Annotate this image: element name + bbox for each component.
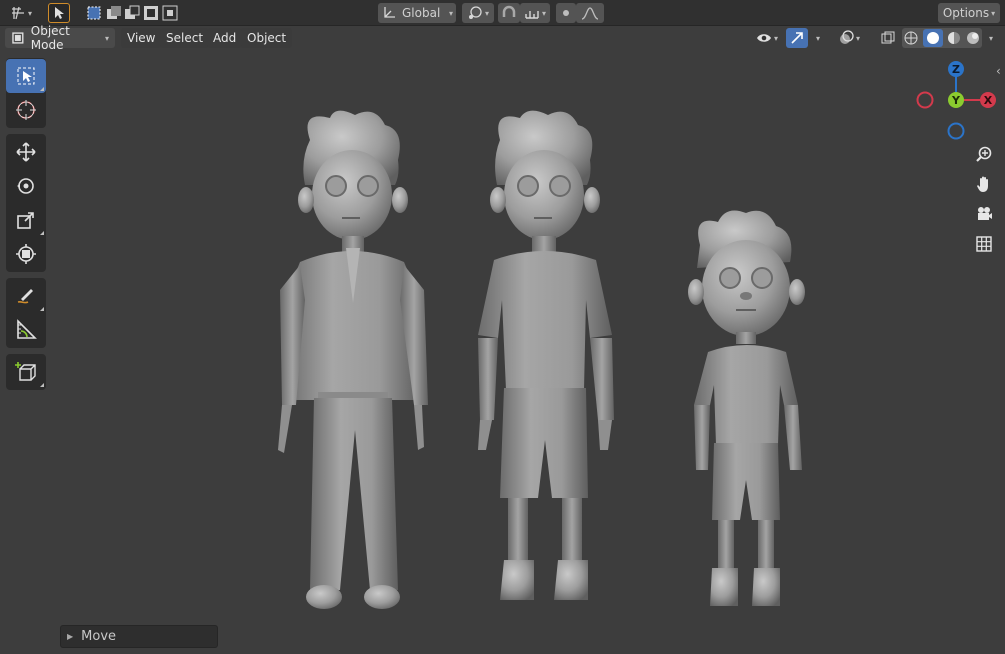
viewport-header: ▾ Global ▾ ▾ ▾ Options ▾	[0, 0, 1005, 26]
snap-toggle[interactable]	[498, 3, 520, 23]
select-intersect-icon	[162, 5, 178, 21]
visibility-dropdown[interactable]: ▾	[752, 28, 782, 48]
annotate-tool[interactable]	[6, 279, 46, 313]
viewport-subheader: Object Mode ▾ View Select Add Object ▾ ▾…	[0, 24, 1005, 52]
mode-dropdown[interactable]: Object Mode ▾	[5, 24, 115, 52]
menu-view[interactable]: View	[121, 28, 162, 48]
menu-add[interactable]: Add	[207, 28, 243, 48]
last-operator-label: Move	[81, 629, 117, 644]
gizmo-dropdown[interactable]: ▾	[808, 28, 826, 48]
tool-group-select	[6, 58, 46, 128]
gizmo-neg-z[interactable]	[947, 122, 965, 140]
menu-select[interactable]: Select	[160, 28, 210, 48]
options-dropdown[interactable]: Options ▾	[938, 3, 1000, 23]
expand-triangle-icon: ▶	[67, 632, 74, 641]
transform-orientation-dropdown[interactable]: Global ▾	[378, 3, 456, 23]
overlays-icon	[839, 30, 854, 44]
measure-tool[interactable]	[6, 313, 46, 347]
tool-group-annotate	[6, 278, 46, 348]
scale-icon	[17, 212, 34, 229]
move-tool[interactable]	[6, 135, 46, 169]
navigation-gizmo[interactable]: Z X Y	[910, 58, 1002, 144]
select-mode-invert[interactable]	[141, 3, 161, 23]
shading-dropdown[interactable]: ▾	[982, 28, 998, 48]
grid-icon	[976, 236, 992, 252]
ortho-toggle-button[interactable]	[971, 231, 997, 257]
xray-icon	[881, 31, 895, 44]
orientation-axes-icon	[384, 7, 395, 18]
cursor-icon	[16, 100, 36, 120]
gizmo-z-label: Z	[952, 63, 960, 76]
gizmo-neg-x[interactable]	[916, 91, 934, 109]
rotate-icon	[17, 178, 34, 194]
wireframe-shading-icon[interactable]	[904, 31, 918, 45]
pivot-point-dropdown[interactable]: ▾	[462, 3, 494, 23]
annotate-icon	[17, 289, 33, 304]
character-child[interactable]	[688, 210, 805, 606]
select-mode-subtract[interactable]	[122, 3, 142, 23]
transform-orientation-value: Global	[402, 6, 441, 20]
add-cube-icon	[15, 362, 36, 381]
view3d-icon	[11, 6, 24, 20]
cursor-tool[interactable]	[6, 93, 46, 127]
rotate-tool[interactable]	[6, 169, 46, 203]
solid-shading-icon	[926, 32, 939, 44]
select-mode-extend[interactable]	[104, 3, 124, 23]
zoom-icon	[976, 146, 992, 162]
select-box-icon	[17, 67, 35, 85]
options-label: Options	[942, 6, 990, 20]
rendered-shading-icon[interactable]	[966, 31, 980, 45]
shading-buttons	[902, 28, 982, 48]
sidebar-toggle[interactable]: ‹	[996, 64, 1001, 78]
character-adult-shirt[interactable]	[278, 110, 428, 609]
xray-toggle[interactable]	[878, 28, 898, 48]
transform-icon	[16, 244, 36, 264]
add-cube-tool[interactable]	[6, 355, 46, 389]
select-mode-intersect[interactable]	[160, 3, 180, 23]
gizmo-y-label: Y	[951, 94, 961, 107]
snap-magnet-icon	[502, 5, 516, 17]
snap-target-dropdown[interactable]: ▾	[520, 3, 550, 23]
hand-icon	[977, 176, 988, 192]
proportional-edit-toggle[interactable]	[556, 3, 576, 23]
menu-object[interactable]: Object	[241, 28, 293, 48]
select-mode-new[interactable]	[84, 3, 104, 23]
measure-icon	[17, 319, 37, 339]
pivot-icon	[468, 6, 482, 19]
camera-icon	[978, 207, 992, 220]
object-mode-icon	[12, 32, 24, 44]
scale-tool[interactable]	[6, 203, 46, 237]
falloff-dropdown[interactable]	[576, 3, 604, 23]
camera-view-button[interactable]	[971, 201, 997, 227]
move-icon	[16, 142, 36, 162]
select-box-tool[interactable]	[6, 59, 46, 93]
snap-increment-icon	[525, 11, 539, 19]
gizmo-x-label: X	[984, 94, 993, 107]
falloff-curve-icon	[581, 7, 599, 20]
last-operator-panel[interactable]: ▶ Move	[60, 625, 218, 648]
solid-shading-button[interactable]	[922, 29, 943, 47]
mode-label: Object Mode	[30, 24, 70, 52]
tool-group-transform	[6, 134, 46, 272]
character-adult-tshirt[interactable]	[478, 110, 614, 600]
gizmo-toggle[interactable]	[786, 28, 808, 48]
proportional-edit-icon	[563, 10, 569, 16]
cursor-arrow-icon	[55, 7, 64, 19]
tool-shelf	[6, 58, 46, 396]
eye-icon	[756, 34, 771, 42]
select-new-icon	[87, 6, 101, 20]
overlays-dropdown[interactable]: ▾	[832, 28, 866, 48]
gizmo-arrow-icon	[791, 32, 803, 44]
material-shading-icon[interactable]	[947, 31, 961, 45]
select-subtract-icon	[125, 5, 140, 19]
editor-type-button[interactable]: ▾	[4, 3, 38, 23]
pan-button[interactable]	[971, 171, 997, 197]
zoom-button[interactable]	[971, 141, 997, 167]
tool-group-add	[6, 354, 46, 390]
select-extend-icon	[107, 6, 121, 19]
select-tool-button[interactable]	[48, 3, 70, 23]
viewport-canvas[interactable]	[0, 50, 1005, 654]
select-invert-icon	[144, 6, 158, 20]
transform-tool[interactable]	[6, 237, 46, 271]
